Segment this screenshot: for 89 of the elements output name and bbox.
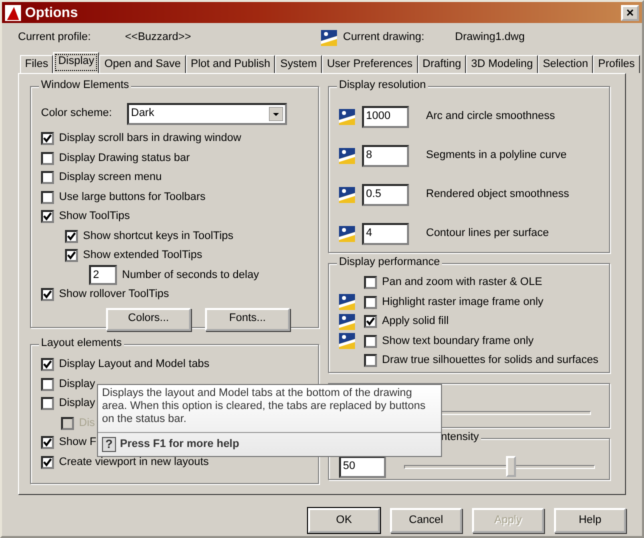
option-label: Show extended ToolTips — [83, 249, 202, 262]
field-label: Segments in a polyline curve — [426, 148, 567, 162]
drawing-icon — [339, 148, 355, 164]
checkbox[interactable] — [41, 397, 54, 410]
checkbox[interactable] — [41, 358, 54, 372]
option-label: Display scroll bars in drawing window — [59, 132, 242, 146]
group-title: Display resolution — [337, 79, 428, 92]
option-label: Number of seconds to delay — [122, 268, 259, 282]
option-label: Create viewport in new layouts — [59, 456, 209, 469]
drawing-icon — [339, 314, 355, 330]
drawing-label: Current drawing: — [343, 31, 426, 45]
option-label: Highlight raster image frame only — [382, 296, 544, 309]
number-field[interactable]: 0.5 — [362, 184, 409, 206]
checkbox[interactable] — [364, 354, 377, 368]
field-label: Arc and circle smoothness — [426, 110, 555, 124]
group-title: ntensity — [439, 431, 481, 444]
help-hint: Press F1 for more help — [120, 438, 240, 452]
checkbox[interactable] — [41, 152, 54, 165]
option-label: Pan and zoom with raster & OLE — [382, 276, 542, 290]
tab[interactable]: Files — [20, 55, 54, 73]
checkbox[interactable] — [41, 456, 54, 469]
checkbox[interactable] — [41, 171, 54, 184]
option-label: Display — [59, 378, 96, 391]
dialog-button[interactable]: Cancel — [390, 508, 462, 533]
number-field[interactable]: 8 — [362, 144, 409, 166]
field-label: Color scheme: — [41, 107, 113, 121]
intensity-field[interactable]: 50 — [339, 456, 386, 478]
app-logo-icon — [5, 4, 21, 20]
dropdown-arrow-icon — [269, 107, 283, 121]
tab[interactable]: Display — [53, 52, 100, 73]
option-label: Display Drawing status bar — [59, 152, 190, 165]
window-title: Options — [25, 4, 79, 21]
drawing-icon — [339, 294, 355, 310]
dialog-button[interactable]: OK — [308, 508, 380, 533]
drawing-icon — [339, 333, 355, 350]
close-button[interactable]: × — [621, 4, 639, 20]
field-label: Contour lines per surface — [426, 226, 549, 240]
option-label: Show ToolTips — [59, 210, 130, 224]
tab[interactable]: User Preferences — [322, 55, 418, 73]
checkbox[interactable] — [364, 334, 377, 348]
tab[interactable]: Open and Save — [99, 55, 186, 73]
profile-name: <<Buzzard>> — [125, 31, 192, 45]
option-label: Use large buttons for Toolbars — [59, 190, 206, 204]
drawing-icon — [339, 186, 355, 202]
option-label: Show text boundary frame only — [382, 334, 534, 348]
checkbox[interactable] — [364, 315, 377, 328]
option-label: Draw true silhouettes for solids and surfaces — [382, 354, 598, 368]
option-label: Dis — [79, 416, 95, 430]
checkbox[interactable] — [364, 296, 377, 309]
tab[interactable]: Profiles — [593, 55, 640, 73]
field-label: Rendered object smoothness — [426, 188, 570, 202]
tab[interactable]: Selection — [538, 55, 594, 73]
tab[interactable]: Plot and Publish — [186, 55, 276, 73]
checkbox[interactable] — [65, 249, 78, 262]
profile-label: Current profile: — [18, 31, 92, 45]
option-label: Display — [59, 397, 96, 410]
checkbox[interactable] — [41, 190, 54, 204]
slider-thumb[interactable] — [506, 456, 516, 477]
tooltip-text: Displays the layout and Model tabs at the bottom of the drawing area. When this option is cleared, the tabs are replaced by buttons on the status bar. — [101, 386, 426, 427]
option-label: Display screen menu — [59, 171, 162, 184]
tab[interactable]: Drafting — [418, 55, 466, 73]
number-field[interactable]: 1000 — [362, 106, 409, 128]
group-title: Display performance — [337, 256, 442, 270]
checkbox[interactable] — [41, 132, 54, 146]
dialog-button[interactable]: Colors... — [106, 308, 191, 330]
option-label: Show rollover ToolTips — [59, 288, 170, 302]
delay-field[interactable]: 2 — [89, 265, 117, 286]
checkbox[interactable] — [364, 276, 377, 290]
dialog-button[interactable]: Help — [554, 508, 626, 533]
tab[interactable]: 3D Modeling — [466, 55, 538, 73]
help-icon: ? — [102, 437, 116, 452]
checkbox[interactable] — [41, 378, 54, 391]
option-label: Show F — [59, 436, 96, 450]
drawing-icon — [321, 30, 337, 46]
drawing-icon — [339, 108, 355, 124]
checkbox[interactable] — [41, 436, 54, 450]
color-scheme-dropdown[interactable]: Dark — [127, 103, 287, 125]
drawing-icon — [339, 226, 355, 242]
dialog-button[interactable]: Fonts... — [205, 308, 290, 330]
number-field[interactable]: 4 — [362, 222, 409, 244]
checkbox[interactable] — [41, 210, 54, 224]
option-label: Show shortcut keys in ToolTips — [83, 230, 234, 243]
tab[interactable]: System — [275, 55, 322, 73]
checkbox[interactable] — [65, 230, 78, 243]
option-label: Display Layout and Model tabs — [59, 358, 210, 372]
checkbox[interactable] — [41, 288, 54, 302]
option-label: Apply solid fill — [382, 315, 449, 328]
drawing-name: Drawing1.dwg — [455, 31, 525, 45]
group-title: Layout elements — [39, 337, 124, 350]
